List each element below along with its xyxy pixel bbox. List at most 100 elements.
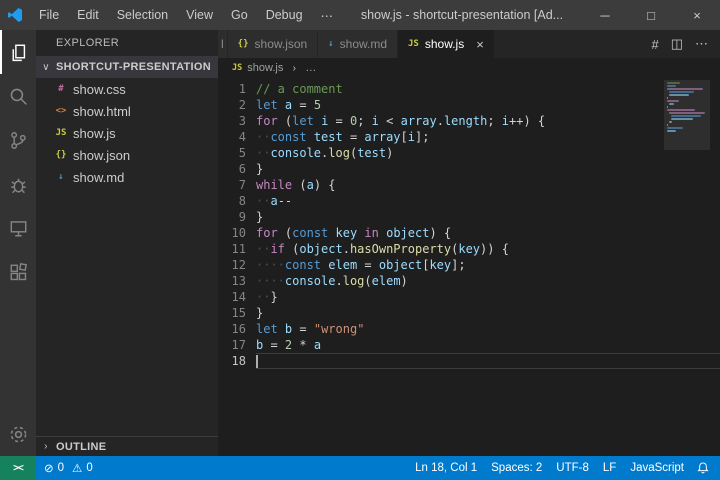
line-number[interactable]: 4: [218, 129, 256, 145]
line-number[interactable]: 14: [218, 289, 256, 305]
tab-show.json[interactable]: {} show.json: [227, 30, 319, 58]
outline-section[interactable]: › OUTLINE: [36, 436, 218, 456]
menu-go[interactable]: Go: [222, 0, 257, 30]
line-content[interactable]: let a = 5: [256, 97, 720, 113]
code-token: let: [256, 98, 278, 112]
file-show.json[interactable]: {} show.json: [36, 144, 218, 166]
line-content[interactable]: ····const elem = object[key];: [256, 257, 720, 273]
maximize-button[interactable]: □: [628, 0, 674, 30]
line-number[interactable]: 11: [218, 241, 256, 257]
symbols-action-icon[interactable]: #: [651, 37, 658, 52]
file-show.css[interactable]: # show.css: [36, 78, 218, 100]
problems-status[interactable]: ⊘ 0 ⚠ 0: [36, 461, 101, 475]
activity-bar: [0, 30, 36, 456]
extensions-icon[interactable]: [0, 250, 36, 294]
line-content[interactable]: for (let i = 0; i < array.length; i++) {: [256, 113, 720, 129]
code-token: }: [256, 210, 264, 224]
minimap[interactable]: [664, 80, 710, 150]
status-encoding[interactable]: UTF-8: [549, 456, 596, 480]
code-token: while: [256, 178, 293, 192]
line-content[interactable]: ··}: [256, 289, 720, 305]
remote-indicator[interactable]: ><: [0, 456, 36, 480]
tab-show.js[interactable]: JS show.js ×: [398, 30, 495, 58]
line-content[interactable]: ····console.log(elem): [256, 273, 720, 289]
line-content[interactable]: ··if (object.hasOwnProperty(key)) {: [256, 241, 720, 257]
errors-icon: ⊘: [44, 463, 54, 475]
line-number[interactable]: 15: [218, 305, 256, 321]
menu-edit[interactable]: Edit: [68, 0, 108, 30]
search-icon[interactable]: [0, 74, 36, 118]
line-content[interactable]: b = 2 * a: [256, 337, 720, 353]
line-content[interactable]: for (const key in object) {: [256, 225, 720, 241]
settings-gear-icon[interactable]: [0, 412, 36, 456]
line-content[interactable]: ··a--: [256, 193, 720, 209]
line-content[interactable]: [256, 353, 720, 369]
line-content[interactable]: let b = "wrong": [256, 321, 720, 337]
code-token: (: [277, 114, 293, 128]
line-number[interactable]: 17: [218, 337, 256, 353]
line-content[interactable]: }: [256, 161, 720, 177]
line-content[interactable]: }: [256, 209, 720, 225]
line-content[interactable]: // a comment: [256, 81, 720, 97]
code-token: a: [313, 338, 322, 352]
remote-explorer-icon[interactable]: [0, 206, 36, 250]
line-number[interactable]: 12: [218, 257, 256, 273]
file-type-icon: #: [58, 84, 64, 94]
line-number[interactable]: 5: [218, 145, 256, 161]
folder-root[interactable]: ∨ SHORTCUT-PRESENTATION: [36, 56, 218, 78]
line-content[interactable]: ··const test = array[i];: [256, 129, 720, 145]
menu-view[interactable]: View: [177, 0, 222, 30]
line-number[interactable]: 18: [218, 353, 256, 369]
menu-file[interactable]: File: [30, 0, 68, 30]
minimize-button[interactable]: ─: [582, 0, 628, 30]
code-token: "wrong": [313, 322, 365, 336]
menu-debug[interactable]: Debug: [257, 0, 312, 30]
source-control-icon[interactable]: [0, 118, 36, 162]
split-editor-icon[interactable]: ◫: [671, 36, 683, 52]
line-number[interactable]: 8: [218, 193, 256, 209]
run-debug-icon[interactable]: [0, 162, 36, 206]
file-show.html[interactable]: <> show.html: [36, 100, 218, 122]
line-number[interactable]: 7: [218, 177, 256, 193]
outline-label: OUTLINE: [56, 440, 107, 453]
line-number[interactable]: 3: [218, 113, 256, 129]
menu-more[interactable]: ⋯: [312, 0, 343, 30]
explorer-icon[interactable]: [0, 30, 36, 74]
tab-l[interactable]: l: [218, 30, 228, 58]
notifications-bell-icon[interactable]: [691, 461, 720, 475]
code-token: test: [357, 146, 387, 160]
close-window-button[interactable]: ×: [674, 0, 720, 30]
line-content[interactable]: while (a) {: [256, 177, 720, 193]
breadcrumb-symbol[interactable]: …: [305, 62, 316, 74]
explorer-title: EXPLORER: [56, 37, 120, 49]
minimap-line: [671, 118, 693, 120]
tab-bar: l {} show.json ↓ show.md JS show.js × # ◫ ⋯: [218, 30, 720, 58]
line-number[interactable]: 16: [218, 321, 256, 337]
file-show.md[interactable]: ↓ show.md: [36, 166, 218, 188]
line-number[interactable]: 9: [218, 209, 256, 225]
file-type-icon: {}: [55, 150, 67, 160]
status-language-mode[interactable]: JavaScript: [623, 456, 691, 480]
close-icon[interactable]: ×: [476, 37, 484, 52]
status-indentation[interactable]: Spaces: 2: [484, 456, 549, 480]
line-number[interactable]: 6: [218, 161, 256, 177]
line-number[interactable]: 2: [218, 97, 256, 113]
line-number[interactable]: 13: [218, 273, 256, 289]
code-editor[interactable]: 1// a comment 2 let a = 5 3 for (let i = 0; …: [218, 78, 720, 456]
code-token: const: [284, 258, 322, 272]
activity-bar-spacer: [0, 294, 36, 412]
menu-selection[interactable]: Selection: [108, 0, 177, 30]
breadcrumb-file[interactable]: show.js: [247, 62, 283, 74]
status-eol[interactable]: LF: [596, 456, 623, 480]
line-number[interactable]: 10: [218, 225, 256, 241]
breadcrumb[interactable]: JS show.js › …: [218, 58, 720, 78]
line-content[interactable]: }: [256, 305, 720, 321]
file-show.js[interactable]: JS show.js: [36, 122, 218, 144]
more-actions-icon[interactable]: ⋯: [695, 36, 708, 52]
line-number[interactable]: 1: [218, 81, 256, 97]
tab-show.md[interactable]: ↓ show.md: [318, 30, 398, 58]
code-line: 18: [218, 353, 720, 369]
status-cursor-position[interactable]: Ln 18, Col 1: [408, 456, 484, 480]
line-content[interactable]: ··console.log(test): [256, 145, 720, 161]
